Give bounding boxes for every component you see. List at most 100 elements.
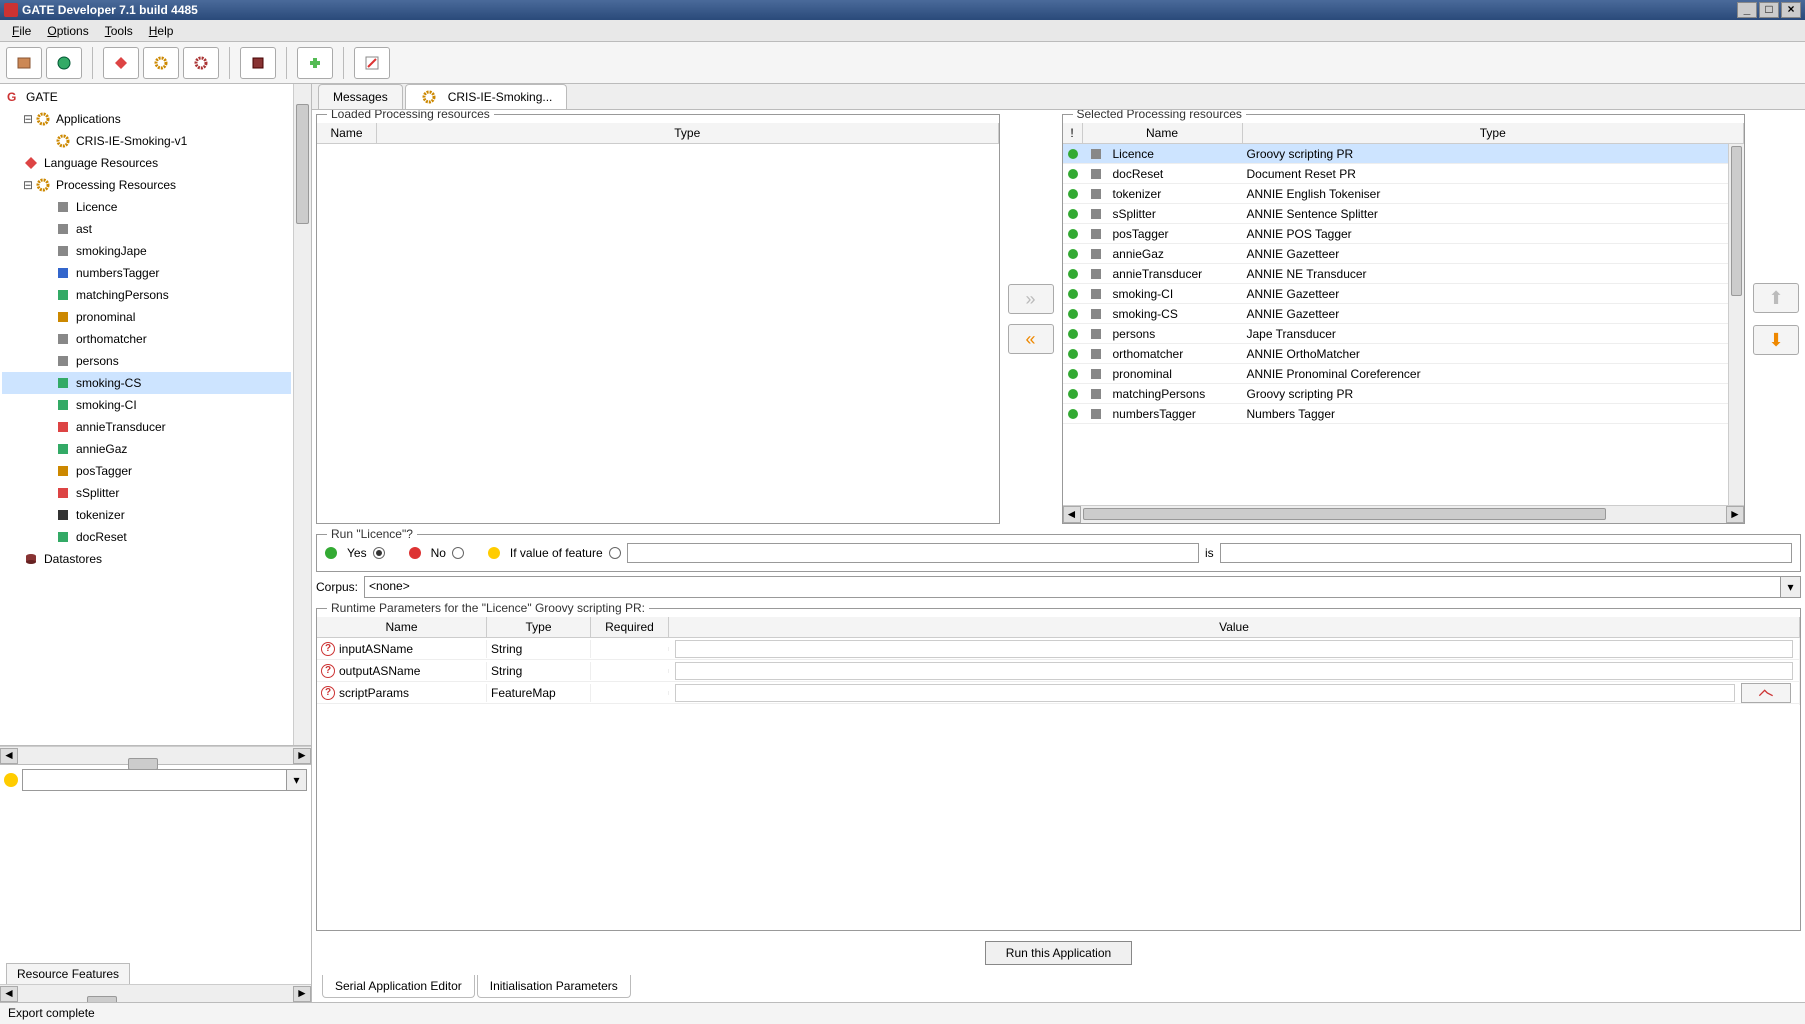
runtime-param-row[interactable]: ?scriptParamsFeatureMap: [317, 682, 1800, 704]
loaded-col-name[interactable]: Name: [317, 123, 377, 143]
tree-proc-item[interactable]: smoking-CI: [2, 394, 291, 416]
tab-messages[interactable]: Messages: [318, 84, 403, 109]
toolbar-gear-1[interactable]: [143, 47, 179, 79]
rt-col-req[interactable]: Required: [591, 617, 669, 637]
tree-applications[interactable]: ⊟Applications: [2, 108, 291, 130]
features-scrollbar-h[interactable]: ◄►: [0, 984, 311, 1002]
selected-scrollbar-v[interactable]: [1728, 144, 1744, 505]
featuremap-edit-button[interactable]: [1741, 683, 1791, 703]
selected-row[interactable]: annieTransducerANNIE NE Transducer: [1063, 264, 1745, 284]
tree-proc-item[interactable]: Licence: [2, 196, 291, 218]
radio-no[interactable]: [452, 547, 464, 559]
radio-ifval[interactable]: [609, 547, 621, 559]
tree-proc-item[interactable]: smokingJape: [2, 240, 291, 262]
menu-tools[interactable]: Tools: [97, 22, 141, 40]
tree-proc-item[interactable]: pronominal: [2, 306, 291, 328]
toolbar-gear-2[interactable]: [183, 47, 219, 79]
remove-from-selected-button[interactable]: «: [1008, 324, 1054, 354]
radio-yes[interactable]: [373, 547, 385, 559]
corpus-combo[interactable]: <none> ▾: [364, 576, 1801, 598]
param-value-input[interactable]: [675, 640, 1793, 658]
rt-col-val[interactable]: Value: [669, 617, 1800, 637]
tree-proc-item[interactable]: smoking-CS: [2, 372, 291, 394]
tree-proc-item[interactable]: posTagger: [2, 460, 291, 482]
menu-help[interactable]: Help: [141, 22, 182, 40]
tree-proc-item[interactable]: sSplitter: [2, 482, 291, 504]
selected-row[interactable]: tokenizerANNIE English Tokeniser: [1063, 184, 1745, 204]
tab-init-params[interactable]: Initialisation Parameters: [477, 975, 631, 998]
maximize-button[interactable]: □: [1759, 2, 1779, 18]
loaded-col-type[interactable]: Type: [377, 123, 999, 143]
move-up-button[interactable]: ⬆: [1753, 283, 1799, 313]
move-down-button[interactable]: ⬇: [1753, 325, 1799, 355]
selected-row[interactable]: pronominalANNIE Pronominal Coreferencer: [1063, 364, 1745, 384]
chevron-down-icon[interactable]: ▾: [286, 770, 306, 790]
tree-proc-item[interactable]: persons: [2, 350, 291, 372]
selected-row[interactable]: matchingPersonsGroovy scripting PR: [1063, 384, 1745, 404]
selected-row[interactable]: smoking-CIANNIE Gazetteer: [1063, 284, 1745, 304]
toolbar-btn-annotate[interactable]: [354, 47, 390, 79]
expand-handle[interactable]: ⊟: [22, 112, 34, 126]
tab-app[interactable]: CRIS-IE-Smoking...: [405, 84, 568, 109]
tree-proc-item[interactable]: tokenizer: [2, 504, 291, 526]
rt-col-type[interactable]: Type: [487, 617, 591, 637]
tree-language-resources[interactable]: Language Resources: [2, 152, 291, 174]
selected-scrollbar-h[interactable]: ◄►: [1063, 505, 1745, 523]
runtime-param-row[interactable]: ?outputASNameString: [317, 660, 1800, 682]
selected-row[interactable]: docResetDocument Reset PR: [1063, 164, 1745, 184]
toolbar-btn-2[interactable]: [46, 47, 82, 79]
selected-col-bang[interactable]: !: [1063, 123, 1083, 143]
resource-tree[interactable]: GGATE ⊟Applications CRIS-IE-Smoking-v1 L…: [0, 84, 293, 745]
param-value-input[interactable]: [675, 684, 1735, 702]
chevron-down-icon[interactable]: ▾: [1780, 577, 1800, 597]
tree-proc-item[interactable]: numbersTagger: [2, 262, 291, 284]
param-value-input[interactable]: [675, 662, 1793, 680]
resource-icon: [54, 506, 72, 524]
selected-row[interactable]: smoking-CSANNIE Gazetteer: [1063, 304, 1745, 324]
run-application-button[interactable]: Run this Application: [985, 941, 1132, 965]
menu-file[interactable]: File: [4, 22, 39, 40]
selected-row[interactable]: sSplitterANNIE Sentence Splitter: [1063, 204, 1745, 224]
tab-serial-editor[interactable]: Serial Application Editor: [322, 975, 475, 998]
tree-item-label: smokingJape: [76, 244, 147, 258]
feature-combo[interactable]: ▾: [22, 769, 307, 791]
tree-item-label: ast: [76, 222, 92, 236]
minimize-button[interactable]: _: [1737, 2, 1757, 18]
tree-proc-item[interactable]: annieTransducer: [2, 416, 291, 438]
selected-col-type[interactable]: Type: [1243, 123, 1745, 143]
toolbar-btn-3[interactable]: [103, 47, 139, 79]
selected-row[interactable]: annieGazANNIE Gazetteer: [1063, 244, 1745, 264]
selected-col-name[interactable]: Name: [1083, 123, 1243, 143]
expand-handle[interactable]: ⊟: [22, 178, 34, 192]
selected-row[interactable]: orthomatcherANNIE OrthoMatcher: [1063, 344, 1745, 364]
menu-options[interactable]: Options: [39, 22, 96, 40]
tree-datastores[interactable]: Datastores: [2, 548, 291, 570]
tree-proc-item[interactable]: orthomatcher: [2, 328, 291, 350]
tree-app-item[interactable]: CRIS-IE-Smoking-v1: [2, 130, 291, 152]
rt-col-name[interactable]: Name: [317, 617, 487, 637]
add-to-selected-button[interactable]: »: [1008, 284, 1054, 314]
toolbar-btn-book[interactable]: [240, 47, 276, 79]
tree-scrollbar-v[interactable]: [293, 84, 311, 745]
tree-proc-item[interactable]: docReset: [2, 526, 291, 548]
tree-proc-item[interactable]: annieGaz: [2, 438, 291, 460]
tree-root[interactable]: GGATE: [2, 86, 291, 108]
selected-row[interactable]: posTaggerANNIE POS Tagger: [1063, 224, 1745, 244]
feature-name-input[interactable]: [627, 543, 1199, 563]
selected-table-body[interactable]: LicenceGroovy scripting PRdocResetDocume…: [1063, 144, 1745, 505]
selected-row[interactable]: LicenceGroovy scripting PR: [1063, 144, 1745, 164]
close-button[interactable]: ×: [1781, 2, 1801, 18]
selected-row[interactable]: numbersTaggerNumbers Tagger: [1063, 404, 1745, 424]
tree-processing-resources[interactable]: ⊟Processing Resources: [2, 174, 291, 196]
tree-proc-item[interactable]: matchingPersons: [2, 284, 291, 306]
tree-proc-item[interactable]: ast: [2, 218, 291, 240]
resource-features-tab[interactable]: Resource Features: [6, 963, 130, 984]
selected-row[interactable]: personsJape Transducer: [1063, 324, 1745, 344]
loaded-table-body[interactable]: [317, 144, 999, 523]
feature-combo-input[interactable]: [23, 770, 286, 790]
tree-scrollbar-h[interactable]: ◄►: [0, 746, 311, 764]
toolbar-btn-1[interactable]: [6, 47, 42, 79]
runtime-param-row[interactable]: ?inputASNameString: [317, 638, 1800, 660]
toolbar-btn-plugin[interactable]: [297, 47, 333, 79]
feature-value-input[interactable]: [1220, 543, 1792, 563]
